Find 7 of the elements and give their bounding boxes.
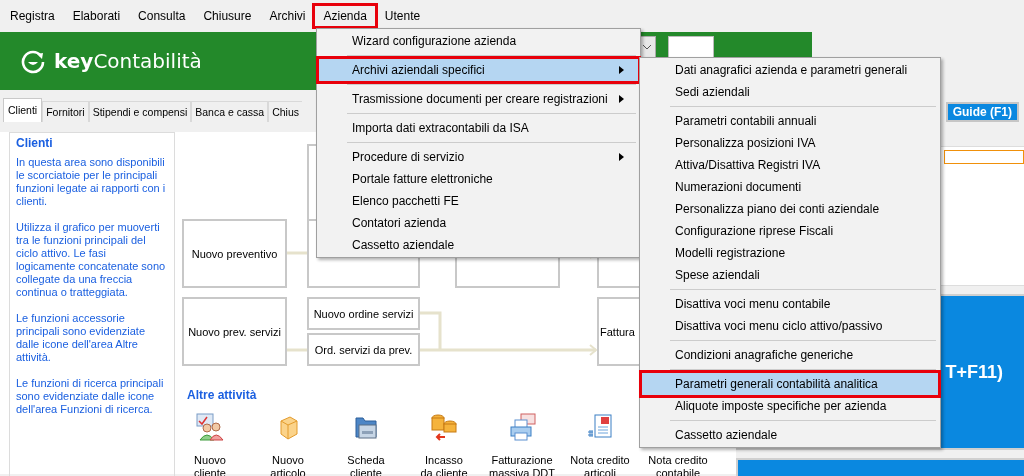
info-paragraph: Le funzioni di ricerca principali sono evidenziate dalle icone dell'area Funzioni di ricerca. xyxy=(16,377,165,416)
logo-text: keyContabilità xyxy=(54,49,202,73)
info-paragraph: Utilizza il grafico per muoverti tra le funzioni principali del ciclo attivo. Le fasi logicamente concatenate sono collegate da una freccia continua o tratteggiata. xyxy=(16,221,167,299)
info-paragraph: In questa area sono disponibili le scorciatoie per le principali funzioni legate ai rapporti con i clienti. xyxy=(16,156,167,208)
info-paragraph: Le funzioni accessorie principali sono evidenziate dalle icone dell'area Altre attività. xyxy=(16,312,147,364)
panel-title: Clienti xyxy=(16,137,54,150)
section-title: Altre attività xyxy=(187,388,258,402)
